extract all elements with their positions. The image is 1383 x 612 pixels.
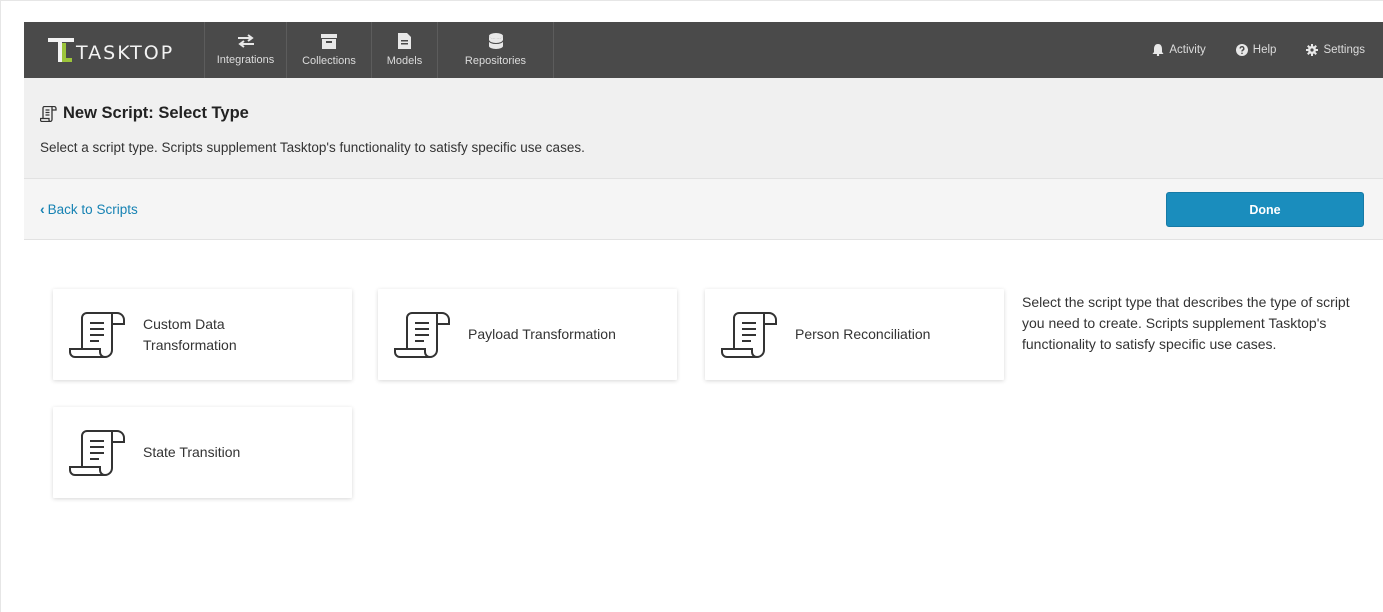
script-type-label: Custom Data Transformation [143, 314, 237, 356]
script-scroll-icon [69, 312, 125, 358]
script-scroll-icon [394, 312, 450, 358]
script-type-label: Payload Transformation [468, 326, 616, 342]
tasktop-logo-icon [48, 36, 74, 64]
page-header: New Script: Select Type Select a script … [24, 78, 1383, 178]
gear-icon [1306, 44, 1319, 56]
app-container: TASKTOP Integrations Collections Models … [24, 22, 1383, 612]
arrows-exchange-icon [237, 34, 254, 48]
help-description: Select the script type that describes th… [1022, 294, 1350, 352]
script-type-card-payload-transformation[interactable]: Payload Transformation [378, 289, 677, 380]
nav-tab-collections[interactable]: Collections [287, 22, 372, 78]
activity-link[interactable]: Activity [1152, 44, 1206, 56]
activity-label: Activity [1169, 44, 1206, 56]
script-type-label: Person Reconciliation [795, 326, 931, 342]
label-line: Transformation [143, 336, 237, 353]
settings-link[interactable]: Settings [1306, 44, 1365, 56]
bell-icon [1152, 44, 1164, 56]
nav-tab-models[interactable]: Models [372, 22, 438, 78]
script-type-card-custom-data-transformation[interactable]: Custom Data Transformation [53, 289, 352, 380]
help-label: Help [1252, 44, 1277, 56]
brand-name: TASKTOP [76, 42, 175, 64]
nav-tab-label: Collections [302, 54, 356, 67]
script-type-card-state-transition[interactable]: State Transition [53, 407, 352, 498]
nav-tab-label: Repositories [464, 55, 527, 67]
top-navbar: TASKTOP Integrations Collections Models … [24, 22, 1383, 78]
question-circle-icon [1235, 44, 1248, 56]
script-scroll-icon [69, 430, 125, 476]
chevron-left-icon: ‹ [40, 201, 45, 217]
page-title: New Script: Select Type [40, 104, 249, 123]
nav-tab-label: Integrations [216, 54, 275, 66]
document-icon [398, 33, 411, 49]
done-button[interactable]: Done [1166, 192, 1364, 227]
script-type-label: State Transition [143, 444, 241, 460]
action-bar: ‹ Back to Scripts Done [24, 178, 1383, 240]
help-link[interactable]: Help [1235, 44, 1277, 56]
script-scroll-icon [40, 105, 57, 122]
back-link-label: Back to Scripts [47, 201, 138, 217]
nav-tab-label: Models [386, 55, 423, 67]
script-type-card-person-reconciliation[interactable]: Person Reconciliation [705, 289, 1004, 380]
settings-label: Settings [1323, 44, 1365, 56]
archive-box-icon [321, 33, 337, 49]
page-subtitle: Select a script type. Scripts supplement… [40, 140, 585, 155]
nav-tab-integrations[interactable]: Integrations [205, 22, 287, 78]
page-title-text: New Script: Select Type [63, 104, 249, 122]
script-scroll-icon [721, 312, 777, 358]
brand-logo[interactable]: TASKTOP [24, 22, 205, 78]
nav-tab-repositories[interactable]: Repositories [438, 22, 554, 78]
label-line: Custom Data [143, 315, 225, 332]
database-icon [488, 33, 503, 49]
back-to-scripts-link[interactable]: ‹ Back to Scripts [40, 201, 138, 217]
nav-right-links: Activity Help Settings [1122, 22, 1383, 78]
